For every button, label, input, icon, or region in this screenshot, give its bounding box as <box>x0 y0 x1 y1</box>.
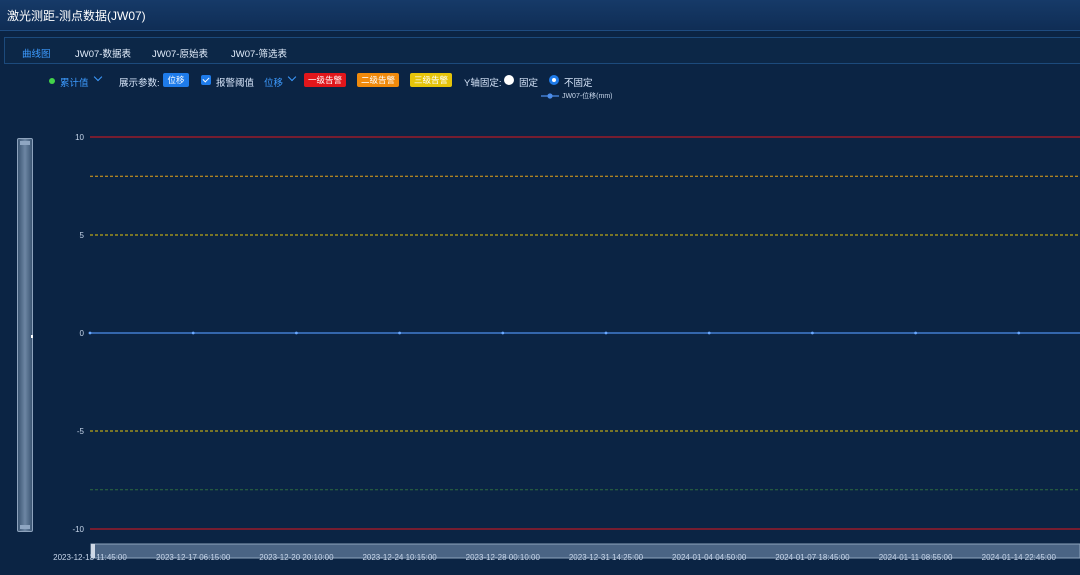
x-tick-label: 2023-12-28 00:10:00 <box>466 553 541 562</box>
data-point <box>295 331 298 335</box>
y-tick-label: 5 <box>80 231 85 240</box>
x-tick-label: 2023-12-20 20:10:00 <box>259 553 334 562</box>
y-tick-label: 10 <box>75 133 84 142</box>
data-point <box>191 331 195 335</box>
x-tick-label: 2024-01-04 04:50:00 <box>672 553 747 562</box>
x-tick-label: 2023-12-17 06:15:00 <box>156 553 231 562</box>
x-tick-label: 2023-12-24 10:15:00 <box>362 553 437 562</box>
data-point <box>707 331 711 335</box>
x-tick-label: 2023-12-31 14:25:00 <box>569 553 644 562</box>
y-tick-label: -10 <box>72 525 84 534</box>
data-point <box>398 331 401 335</box>
chart-area: 10 5 0 -5 -10 2023-12-13 11:45:00 2023-12-17 0… <box>53 133 1080 562</box>
data-point <box>604 331 608 335</box>
x-tick-label: 2024-01-14 22:45:00 <box>982 553 1057 562</box>
x-tick-label: 2024-01-07 18:45:00 <box>775 553 850 562</box>
data-point <box>1017 331 1021 335</box>
y-tick-label: 0 <box>80 329 85 338</box>
data-point <box>811 331 814 335</box>
x-tick-label: 2023-12-13 11:45:00 <box>53 553 127 562</box>
data-point <box>501 331 505 335</box>
x-tick-label: 2024-01-11 08:55:00 <box>879 553 953 562</box>
y-tick-label: -5 <box>77 427 85 436</box>
data-point <box>914 331 917 335</box>
data-point <box>88 331 92 335</box>
